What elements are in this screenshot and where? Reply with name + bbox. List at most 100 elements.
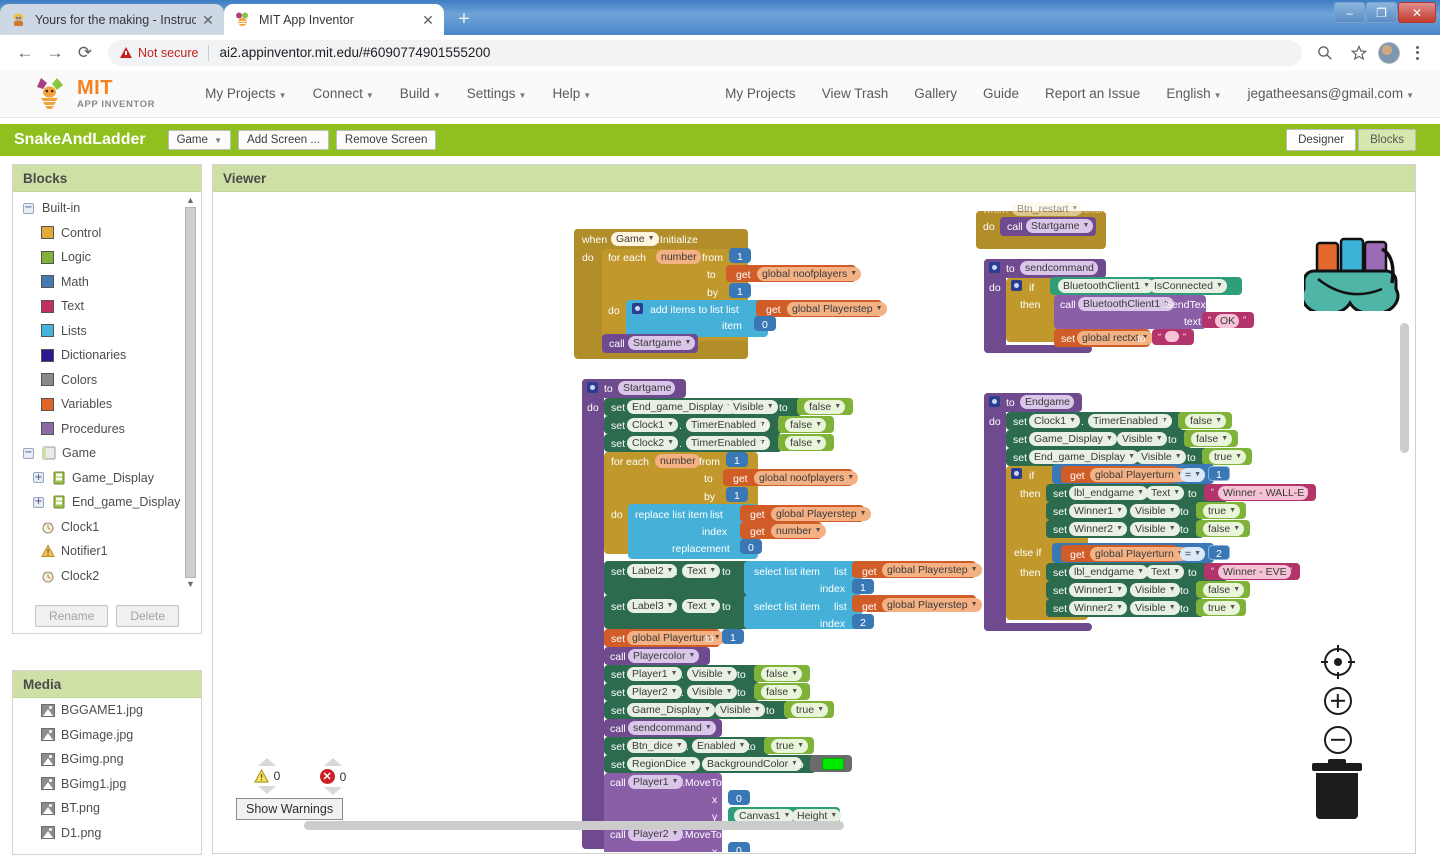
property-dropdown[interactable]: Visible ▼: [687, 685, 737, 699]
media-item[interactable]: BGGAME1.jpg: [13, 698, 201, 723]
link-report-issue[interactable]: Report an Issue: [1045, 86, 1140, 101]
component-dropdown[interactable]: Game ▼: [611, 232, 659, 246]
component-dropdown[interactable]: Clock1 ▼: [627, 418, 679, 432]
text-value-field[interactable]: OK: [1215, 314, 1240, 328]
blocks-category-colors[interactable]: Colors: [13, 368, 201, 393]
variable-dropdown[interactable]: global Playerturn▼: [1090, 547, 1188, 561]
add-screen-button[interactable]: Add Screen ...: [238, 129, 329, 151]
property-dropdown[interactable]: Text ▼: [682, 599, 721, 613]
property-dropdown[interactable]: TimerEnabled ▼: [686, 418, 770, 432]
media-item[interactable]: BT.png: [13, 796, 201, 821]
tree-node-builtin[interactable]: − Built-in: [13, 196, 201, 221]
blocks-category-procedures[interactable]: Procedures: [13, 417, 201, 442]
menu-build[interactable]: Build ▼: [400, 86, 441, 101]
media-item[interactable]: BGimg.png: [13, 747, 201, 772]
color-swatch[interactable]: [822, 758, 844, 770]
component-dropdown[interactable]: Winner2 ▼: [1069, 522, 1128, 536]
scrollbar-thumb[interactable]: [185, 207, 196, 578]
component-dropdown[interactable]: lbl_endgame ▼: [1069, 565, 1149, 579]
procedure-name-field[interactable]: Endgame: [1020, 395, 1074, 409]
procedure-name-field[interactable]: Startgame: [618, 381, 676, 395]
expand-toggle-icon[interactable]: +: [33, 496, 44, 508]
search-icon[interactable]: [1310, 38, 1340, 68]
loop-var-field[interactable]: number: [656, 250, 701, 264]
scroll-up-icon[interactable]: ▲: [186, 196, 195, 205]
component-dropdown[interactable]: Clock2 ▼: [627, 436, 679, 450]
close-icon[interactable]: ✕: [420, 12, 436, 28]
variable-dropdown[interactable]: global Playerstep ▼: [882, 563, 982, 577]
component-clock2[interactable]: Clock2: [13, 564, 201, 589]
gear-icon[interactable]: [587, 382, 598, 393]
maximize-icon[interactable]: ❐: [1366, 2, 1397, 23]
menu-help[interactable]: Help ▼: [552, 86, 591, 101]
center-blocks-icon[interactable]: [1321, 645, 1355, 679]
variable-dropdown[interactable]: global Playerturn▼: [1090, 468, 1188, 482]
media-item[interactable]: BGimg1.jpg: [13, 772, 201, 797]
procedure-name-field[interactable]: sendcommand: [1020, 261, 1098, 275]
backpack-icon[interactable]: [1300, 231, 1404, 316]
component-dropdown[interactable]: Game_Display ▼: [627, 703, 715, 717]
property-dropdown[interactable]: Visible ▼: [1130, 522, 1180, 536]
link-gallery[interactable]: Gallery: [914, 86, 957, 101]
show-warnings-button[interactable]: Show Warnings: [236, 798, 344, 820]
trash-icon[interactable]: [1312, 759, 1362, 819]
menu-settings[interactable]: Settings ▼: [467, 86, 527, 101]
component-dropdown[interactable]: Btn_restart ▼: [1012, 202, 1083, 216]
tab-blocks[interactable]: Blocks: [1358, 129, 1416, 151]
property-dropdown[interactable]: Enabled ▼: [692, 739, 750, 753]
procedure-dropdown[interactable]: sendcommand ▼: [628, 721, 716, 735]
property-dropdown[interactable]: Visible ▼: [1136, 450, 1186, 464]
forward-icon[interactable]: →: [40, 38, 70, 68]
property-dropdown[interactable]: Visible ▼: [728, 400, 778, 414]
variable-dropdown[interactable]: number ▼: [771, 524, 826, 538]
blocks-tree-scrollbar[interactable]: ▲ ▼: [184, 196, 197, 589]
procedure-dropdown[interactable]: Startgame ▼: [1026, 219, 1094, 233]
zoom-in-icon[interactable]: [1324, 687, 1352, 715]
property-dropdown[interactable]: BackgroundColor ▼: [702, 757, 803, 771]
component-dropdown[interactable]: Winner2 ▼: [1069, 601, 1128, 615]
blocks-category-text[interactable]: Text: [13, 294, 201, 319]
boolean-dropdown[interactable]: false ▼: [761, 685, 803, 699]
property-dropdown[interactable]: Text ▼: [682, 564, 721, 578]
avatar[interactable]: [1378, 41, 1400, 64]
component-dropdown[interactable]: Player1 ▼: [627, 667, 682, 681]
screen-selector-button[interactable]: Game ▼: [167, 129, 232, 151]
star-icon[interactable]: [1344, 38, 1374, 68]
blocks-category-control[interactable]: Control: [13, 221, 201, 246]
blocks-category-lists[interactable]: Lists: [13, 319, 201, 344]
collapse-toggle-icon[interactable]: −: [23, 202, 34, 214]
component-dropdown[interactable]: Game_Display ▼: [1029, 432, 1117, 446]
component-game-display[interactable]: + Game_Display: [13, 466, 201, 491]
boolean-dropdown[interactable]: false ▼: [1203, 522, 1245, 536]
gear-icon[interactable]: [989, 262, 1000, 273]
blocks-category-math[interactable]: Math: [13, 270, 201, 295]
reload-icon[interactable]: ⟳: [70, 38, 100, 68]
error-down-arrow-icon[interactable]: [324, 787, 342, 795]
loop-var-field[interactable]: number: [655, 454, 700, 468]
property-dropdown[interactable]: Visible ▼: [1130, 504, 1180, 518]
component-dropdown[interactable]: BluetoothClient1 ▼: [1078, 297, 1174, 311]
user-account-menu[interactable]: jegatheesans@gmail.com ▼: [1248, 86, 1414, 101]
component-notifier1[interactable]: Notifier1: [13, 539, 201, 564]
menu-my-projects[interactable]: My Projects ▼: [205, 86, 286, 101]
gear-icon[interactable]: [632, 303, 643, 314]
security-status[interactable]: Not secure: [120, 46, 198, 60]
procedure-dropdown[interactable]: Playercolor ▼: [628, 649, 700, 663]
link-guide[interactable]: Guide: [983, 86, 1019, 101]
close-icon[interactable]: ✕: [1398, 2, 1436, 23]
language-selector[interactable]: English ▼: [1166, 86, 1221, 101]
minimize-icon[interactable]: –: [1334, 2, 1365, 23]
media-item[interactable]: D1.png: [13, 821, 201, 846]
component-dropdown[interactable]: Winner1 ▼: [1069, 583, 1128, 597]
component-dropdown[interactable]: lbl_endgame ▼: [1069, 486, 1149, 500]
boolean-dropdown[interactable]: true ▼: [771, 739, 809, 753]
back-icon[interactable]: ←: [10, 38, 40, 68]
property-dropdown[interactable]: Text ▼: [1146, 486, 1185, 500]
component-clock1[interactable]: Clock1: [13, 515, 201, 540]
procedure-dropdown[interactable]: Startgame ▼: [628, 336, 696, 350]
tab-designer[interactable]: Designer: [1286, 129, 1357, 151]
error-up-arrow-icon[interactable]: [324, 758, 342, 766]
blocks-category-dictionaries[interactable]: Dictionaries: [13, 343, 201, 368]
workspace-horizontal-scrollbar[interactable]: [304, 821, 844, 830]
browser-tab-app-inventor[interactable]: MIT App Inventor ✕: [224, 4, 444, 35]
